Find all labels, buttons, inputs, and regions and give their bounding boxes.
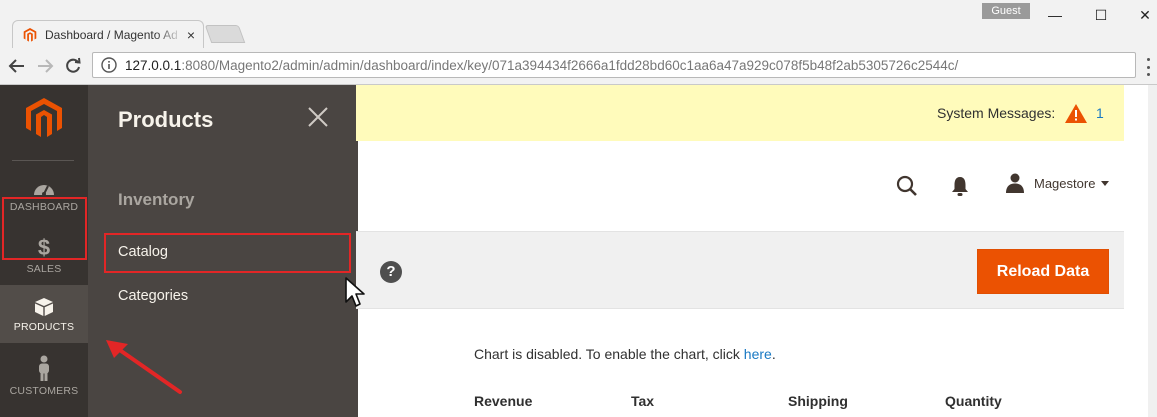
sidebar-item-customers[interactable]: CUSTOMERS [0, 355, 88, 417]
dashboard-action-bar: ? Reload Data [356, 231, 1124, 309]
system-messages-bar: System Messages: 1 [356, 85, 1124, 141]
url-host: 127.0.0.1 [125, 57, 182, 73]
new-tab-button[interactable] [204, 25, 246, 43]
browser-tab-active[interactable]: Dashboard / Magento Ad × [12, 20, 204, 48]
sidebar-item-label: PRODUCTS [13, 321, 75, 333]
minimize-icon[interactable]: — [1044, 6, 1066, 24]
user-avatar-icon[interactable] [1006, 173, 1024, 193]
site-info-icon[interactable] [101, 57, 117, 73]
page-scrollbar[interactable] [1148, 85, 1157, 417]
reload-data-button[interactable]: Reload Data [977, 249, 1109, 294]
address-bar[interactable]: 127.0.0.1:8080/Magento2/admin/admin/dash… [92, 52, 1136, 78]
browser-menu-icon[interactable] [1142, 58, 1154, 76]
bell-icon[interactable] [950, 175, 970, 197]
flyout-section-inventory: Inventory [118, 190, 195, 209]
logo-divider [12, 160, 74, 161]
browser-tab-title: Dashboard / Magento Ad [45, 27, 178, 42]
annotation-arrow-icon [106, 340, 182, 394]
system-messages-label: System Messages: [937, 105, 1056, 121]
reload-icon[interactable] [62, 55, 84, 77]
chart-msg-suffix: . [771, 346, 776, 362]
chevron-down-icon[interactable] [1101, 181, 1109, 186]
totals-tab-shipping[interactable]: Shipping [788, 393, 848, 409]
back-arrow-icon[interactable] [6, 55, 28, 77]
sidebar-item-products[interactable]: PRODUCTS [0, 285, 88, 343]
enable-chart-link[interactable]: here [744, 346, 772, 362]
dashboard-icon [0, 171, 88, 197]
warning-icon[interactable] [1064, 103, 1088, 124]
totals-tab-quantity[interactable]: Quantity [945, 393, 1002, 409]
admin-header-actions: Magestore [356, 141, 1124, 231]
profile-badge[interactable]: Guest [982, 3, 1030, 19]
annotation-highlight-catalog [104, 233, 351, 273]
account-name[interactable]: Magestore [1034, 176, 1095, 191]
box-icon [0, 295, 88, 317]
sidebar-item-label: CUSTOMERS [9, 385, 79, 397]
system-messages-count[interactable]: 1 [1096, 105, 1104, 121]
flyout-link-categories[interactable]: Categories [118, 288, 188, 304]
browser-toolbar: 127.0.0.1:8080/Magento2/admin/admin/dash… [0, 48, 1157, 85]
close-icon[interactable]: × [187, 28, 195, 42]
chart-msg-text: Chart is disabled. To enable the chart, … [474, 346, 744, 362]
mouse-cursor-icon [345, 277, 365, 307]
annotation-highlight-products [2, 197, 87, 260]
forward-arrow-icon[interactable] [34, 55, 56, 77]
url-path: :8080/Magento2/admin/admin/dashboard/ind… [181, 57, 959, 73]
magento-favicon-icon [23, 27, 37, 42]
window-close-icon[interactable]: ✕ [1134, 6, 1156, 24]
chart-disabled-message: Chart is disabled. To enable the chart, … [474, 346, 776, 362]
person-icon [0, 355, 88, 381]
maximize-icon[interactable]: ☐ [1090, 6, 1112, 24]
flyout-title: Products [118, 107, 214, 132]
help-icon[interactable]: ? [380, 261, 402, 283]
browser-tab-strip: Dashboard / Magento Ad × Guest — ☐ ✕ [0, 0, 1157, 48]
search-icon[interactable] [896, 175, 918, 197]
sidebar-item-label: SALES [26, 263, 62, 275]
close-icon[interactable] [306, 105, 330, 129]
magento-logo-icon[interactable] [26, 98, 62, 138]
totals-tab-revenue[interactable]: Revenue [474, 393, 532, 409]
totals-tab-tax[interactable]: Tax [631, 393, 654, 409]
